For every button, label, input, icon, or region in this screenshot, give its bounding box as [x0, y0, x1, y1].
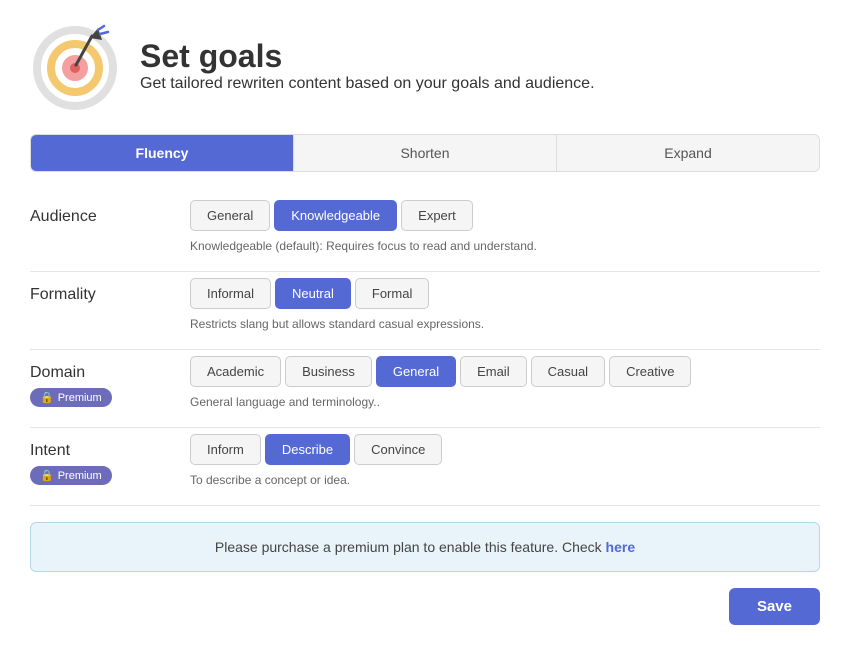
save-button[interactable]: Save [729, 588, 820, 625]
intent-hint: To describe a concept or idea. [190, 473, 820, 487]
intent-label-col: Intent 🔒 Premium [30, 434, 190, 485]
intent-label: Intent [30, 442, 70, 459]
premium-notice-text: Please purchase a premium plan to enable… [215, 539, 602, 555]
formality-content: Informal Neutral Formal Restricts slang … [190, 278, 820, 331]
page-header: Set goals Get tailored rewriten content … [30, 20, 820, 110]
intent-premium-badge: 🔒 Premium [30, 466, 112, 485]
domain-content: Academic Business General Email Casual C… [190, 356, 820, 409]
formality-label-col: Formality [30, 278, 190, 304]
domain-label: Domain [30, 364, 85, 381]
audience-content: General Knowledgeable Expert Knowledgeab… [190, 200, 820, 253]
intent-describe-btn[interactable]: Describe [265, 434, 350, 465]
page-subtitle: Get tailored rewriten content based on y… [140, 75, 595, 93]
intent-premium-label: Premium [58, 470, 102, 482]
domain-general-btn[interactable]: General [376, 356, 456, 387]
formality-formal-btn[interactable]: Formal [355, 278, 429, 309]
header-text-block: Set goals Get tailored rewriten content … [140, 38, 595, 93]
domain-casual-btn[interactable]: Casual [531, 356, 605, 387]
intent-row: Intent 🔒 Premium Inform Describe Convinc… [30, 434, 820, 506]
intent-inform-btn[interactable]: Inform [190, 434, 261, 465]
domain-button-group: Academic Business General Email Casual C… [190, 356, 820, 387]
domain-academic-btn[interactable]: Academic [190, 356, 281, 387]
intent-content: Inform Describe Convince To describe a c… [190, 434, 820, 487]
audience-row: Audience General Knowledgeable Expert Kn… [30, 200, 820, 272]
domain-email-btn[interactable]: Email [460, 356, 527, 387]
formality-informal-btn[interactable]: Informal [190, 278, 271, 309]
page-title: Set goals [140, 38, 595, 75]
audience-knowledgeable-btn[interactable]: Knowledgeable [274, 200, 397, 231]
lock-icon-intent: 🔒 [40, 469, 54, 482]
audience-label: Audience [30, 208, 97, 225]
formality-row: Formality Informal Neutral Formal Restri… [30, 278, 820, 350]
domain-business-btn[interactable]: Business [285, 356, 372, 387]
tab-expand[interactable]: Expand [557, 135, 819, 171]
formality-label: Formality [30, 286, 96, 303]
formality-hint: Restricts slang but allows standard casu… [190, 317, 820, 331]
domain-premium-label: Premium [58, 392, 102, 404]
formality-neutral-btn[interactable]: Neutral [275, 278, 351, 309]
premium-notice-link[interactable]: here [606, 539, 636, 555]
tab-shorten[interactable]: Shorten [294, 135, 557, 171]
domain-creative-btn[interactable]: Creative [609, 356, 691, 387]
tabs-container: Fluency Shorten Expand [30, 134, 820, 172]
intent-button-group: Inform Describe Convince [190, 434, 820, 465]
intent-convince-btn[interactable]: Convince [354, 434, 442, 465]
audience-general-btn[interactable]: General [190, 200, 270, 231]
target-icon [30, 20, 120, 110]
footer: Save [30, 588, 820, 625]
domain-hint: General language and terminology.. [190, 395, 820, 409]
audience-hint: Knowledgeable (default): Requires focus … [190, 239, 820, 253]
audience-expert-btn[interactable]: Expert [401, 200, 473, 231]
domain-row: Domain 🔒 Premium Academic Business Gener… [30, 356, 820, 428]
domain-label-col: Domain 🔒 Premium [30, 356, 190, 407]
premium-notice: Please purchase a premium plan to enable… [30, 522, 820, 572]
lock-icon: 🔒 [40, 391, 54, 404]
tab-fluency[interactable]: Fluency [31, 135, 294, 171]
audience-button-group: General Knowledgeable Expert [190, 200, 820, 231]
domain-premium-badge: 🔒 Premium [30, 388, 112, 407]
formality-button-group: Informal Neutral Formal [190, 278, 820, 309]
audience-label-col: Audience [30, 200, 190, 226]
